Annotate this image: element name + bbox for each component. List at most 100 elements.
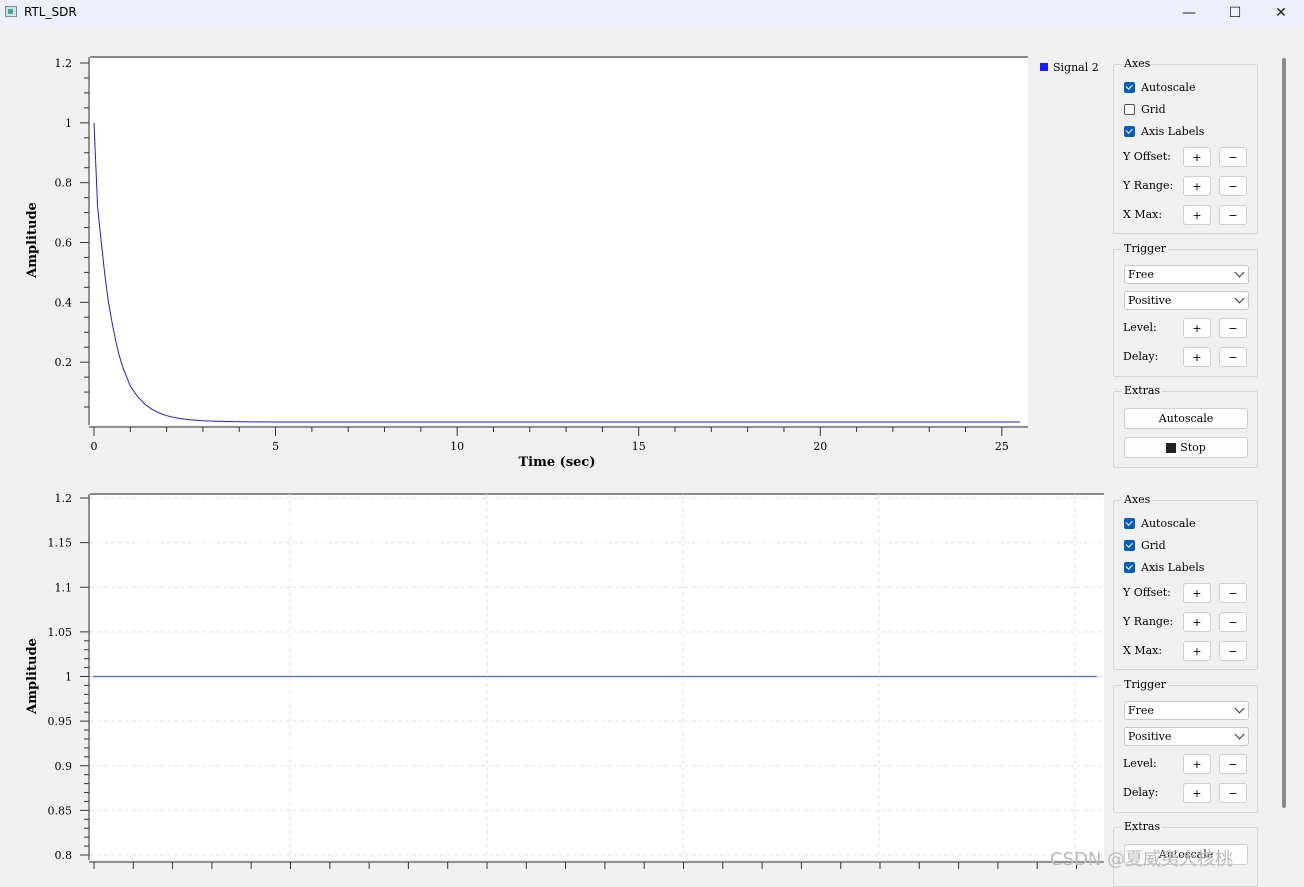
delay-label: Delay: <box>1123 350 1159 363</box>
plot-2-ylabel: Amplitude <box>25 638 40 715</box>
trigger-mode-select[interactable]: Free <box>1124 265 1249 284</box>
y-range-plus-button[interactable]: + <box>1183 176 1211 196</box>
axes-group-1: Axes Autoscale Grid Axis Labels Y Offset… <box>1113 57 1258 234</box>
legend-label: Signal 2 <box>1053 61 1099 74</box>
level-label: Level: <box>1123 757 1157 770</box>
autoscale-button[interactable]: Autoscale <box>1124 408 1248 429</box>
y-offset-minus-button[interactable]: − <box>1219 583 1247 603</box>
y-tick-label: 0.2 <box>55 356 73 369</box>
trigger-slope-select[interactable]: Positive <box>1124 291 1249 310</box>
plot-1-ylabel: Amplitude <box>25 202 40 279</box>
checkbox-icon <box>1124 81 1135 93</box>
y-range-minus-button[interactable]: − <box>1219 176 1247 196</box>
level-plus-button[interactable]: + <box>1183 318 1211 338</box>
y-tick-label: 1 <box>65 117 72 130</box>
axis-labels-checkbox[interactable]: Axis Labels <box>1124 124 1204 138</box>
checkbox-icon <box>1124 561 1135 573</box>
axes-group-2: Axes Autoscale Grid Axis Labels Y Offset… <box>1113 493 1258 670</box>
y-range-label: Y Range: <box>1123 179 1174 192</box>
checkbox-icon <box>1124 517 1135 529</box>
y-offset-plus-button[interactable]: + <box>1183 147 1211 167</box>
y-tick-label: 0.4 <box>55 296 73 309</box>
y-offset-label: Y Offset: <box>1123 150 1171 163</box>
y-tick-label: 0.95 <box>48 715 73 728</box>
y-tick-label: 0.8 <box>55 177 73 190</box>
y-tick-label: 1.05 <box>48 626 73 639</box>
x-tick-label: 20 <box>813 440 827 453</box>
delay-label: Delay: <box>1123 786 1159 799</box>
stop-button[interactable]: Stop <box>1124 437 1248 458</box>
trigger-slope-select[interactable]: Positive <box>1124 727 1249 746</box>
chevron-down-icon <box>1234 267 1245 278</box>
y-range-plus-button[interactable]: + <box>1183 612 1211 632</box>
grid-checkbox[interactable]: Grid <box>1124 538 1166 552</box>
plot-1-canvas: 0.2 0.4 0.6 0.8 1 1.2 0 5 10 15 20 25 Amplitude Ti… <box>25 56 1099 470</box>
y-tick-label: 1.2 <box>55 57 73 70</box>
y-offset-label: Y Offset: <box>1123 586 1171 599</box>
y-tick-label: 0.9 <box>55 760 73 773</box>
autoscale-checkbox[interactable]: Autoscale <box>1124 516 1195 530</box>
x-tick-label: 5 <box>272 440 279 453</box>
y-tick-label: 1.15 <box>48 537 73 550</box>
axes-group-title: Axes <box>1122 57 1153 70</box>
x-max-label: X Max: <box>1123 208 1163 221</box>
checkbox-icon <box>1124 103 1135 115</box>
minimize-button[interactable]: — <box>1166 0 1212 26</box>
level-minus-button[interactable]: − <box>1219 318 1247 338</box>
extras-group-1: Extras Autoscale Stop <box>1113 384 1258 468</box>
delay-minus-button[interactable]: − <box>1219 347 1247 367</box>
chevron-down-icon <box>1234 729 1245 740</box>
axis-labels-checkbox[interactable]: Axis Labels <box>1124 560 1204 574</box>
x-max-minus-button[interactable]: − <box>1219 205 1247 225</box>
level-minus-button[interactable]: − <box>1219 754 1247 774</box>
x-max-plus-button[interactable]: + <box>1183 205 1211 225</box>
window-title: RTL_SDR <box>24 5 77 19</box>
y-tick-label: 0.6 <box>55 237 73 250</box>
title-bar: RTL_SDR — ☐ ✕ <box>0 0 1304 26</box>
scrollbar-thumb[interactable] <box>1282 58 1286 808</box>
y-range-minus-button[interactable]: − <box>1219 612 1247 632</box>
y-range-label: Y Range: <box>1123 615 1174 628</box>
autoscale-checkbox[interactable]: Autoscale <box>1124 80 1195 94</box>
delay-plus-button[interactable]: + <box>1183 347 1211 367</box>
x-tick-label: 25 <box>995 440 1009 453</box>
y-offset-minus-button[interactable]: − <box>1219 147 1247 167</box>
x-max-label: X Max: <box>1123 644 1163 657</box>
maximize-button[interactable]: ☐ <box>1212 0 1258 26</box>
plot-1-area <box>90 57 1028 425</box>
x-tick-label: 15 <box>632 440 646 453</box>
plot-2-canvas: 0.8 0.85 0.9 0.95 1 1.05 1.1 1.15 1.2 Amplitude <box>25 492 1104 869</box>
plot-1-xlabel: Time (sec) <box>519 455 596 470</box>
x-tick-label: 10 <box>450 440 464 453</box>
plot-1[interactable]: 0.2 0.4 0.6 0.8 1 1.2 0 5 10 15 20 25 Amplitude Ti… <box>0 40 1110 480</box>
checkbox-icon <box>1124 539 1135 551</box>
legend-swatch <box>1040 63 1048 71</box>
y-tick-label: 1.1 <box>55 581 73 594</box>
delay-plus-button[interactable]: + <box>1183 783 1211 803</box>
y-tick-label: 0.8 <box>55 849 73 862</box>
trigger-group-title: Trigger <box>1122 678 1168 691</box>
trigger-group-title: Trigger <box>1122 242 1168 255</box>
checkbox-icon <box>1124 125 1135 137</box>
y-tick-label: 1 <box>65 671 72 684</box>
trigger-group-2: Trigger Free Positive Level: + − Delay: … <box>1113 678 1258 813</box>
level-label: Level: <box>1123 321 1157 334</box>
level-plus-button[interactable]: + <box>1183 754 1211 774</box>
chevron-down-icon <box>1234 293 1245 304</box>
chevron-down-icon <box>1234 703 1245 714</box>
app-icon <box>5 6 17 17</box>
x-tick-label: 0 <box>91 440 98 453</box>
extras-group-title: Extras <box>1122 384 1163 397</box>
close-button[interactable]: ✕ <box>1258 0 1304 26</box>
y-offset-plus-button[interactable]: + <box>1183 583 1211 603</box>
axes-group-title: Axes <box>1122 493 1153 506</box>
x-max-plus-button[interactable]: + <box>1183 641 1211 661</box>
x-max-minus-button[interactable]: − <box>1219 641 1247 661</box>
grid-checkbox[interactable]: Grid <box>1124 102 1166 116</box>
stop-icon <box>1166 442 1177 453</box>
plot-2[interactable]: 0.8 0.85 0.9 0.95 1 1.05 1.1 1.15 1.2 Amplitude <box>0 488 1110 881</box>
extras-group-title: Extras <box>1122 820 1163 833</box>
trigger-mode-select[interactable]: Free <box>1124 701 1249 720</box>
watermark: CSDN @夏威夷大核桃 <box>1050 849 1234 870</box>
delay-minus-button[interactable]: − <box>1219 783 1247 803</box>
